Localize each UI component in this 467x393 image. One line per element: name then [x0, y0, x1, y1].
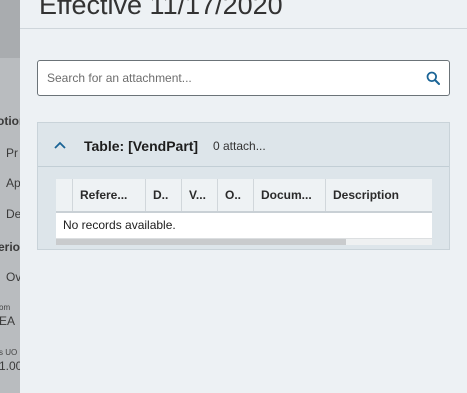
group-title: Table: [VendPart] — [84, 138, 199, 154]
horizontal-scrollbar[interactable] — [56, 238, 432, 245]
attachments-panel: Effective 11/17/2020 Table: [VendPart] 0… — [20, 0, 467, 393]
background-label: Pr — [6, 146, 18, 160]
attachment-count: 0 attach... — [213, 139, 266, 153]
title-divider — [20, 28, 467, 29]
background-label: Ov — [6, 270, 20, 284]
background-label: 1.00 — [0, 359, 20, 373]
panel-title: Effective 11/17/2020 — [39, 0, 283, 20]
grid-empty-message: No records available. — [63, 218, 176, 232]
column-header-d[interactable]: D.. — [146, 179, 182, 211]
attachment-group: Table: [VendPart] 0 attach... Refere... … — [37, 122, 450, 250]
background-page: otion Pr Ap De erio Ov om EA s UO 1.00 — [0, 0, 20, 393]
background-label: De — [6, 207, 20, 221]
group-header[interactable]: Table: [VendPart] 0 attach... — [38, 123, 449, 167]
background-label: erio — [0, 240, 20, 254]
search-icon[interactable] — [426, 71, 440, 85]
background-label: Ap — [6, 176, 20, 190]
chevron-up-icon[interactable] — [53, 139, 67, 151]
column-header-reference[interactable]: Refere... — [73, 179, 146, 211]
column-header-o[interactable]: O.. — [218, 179, 254, 211]
search-input[interactable] — [47, 61, 417, 95]
column-header-v[interactable]: V... — [182, 179, 218, 211]
background-label: otion — [0, 114, 20, 128]
background-label: om — [0, 303, 11, 312]
column-header-document[interactable]: Docum... — [254, 179, 326, 211]
scrollbar-thumb[interactable] — [56, 239, 346, 245]
background-header-band — [0, 0, 20, 58]
background-label: EA — [0, 314, 16, 328]
background-label: s UO — [0, 348, 18, 357]
attachments-grid: Refere... D.. V... O.. Docum... Descript… — [56, 179, 432, 245]
search-box — [37, 60, 450, 96]
column-header-description[interactable]: Description — [326, 179, 432, 211]
column-header-select[interactable] — [56, 179, 73, 211]
grid-header: Refere... D.. V... O.. Docum... Descript… — [56, 179, 432, 213]
